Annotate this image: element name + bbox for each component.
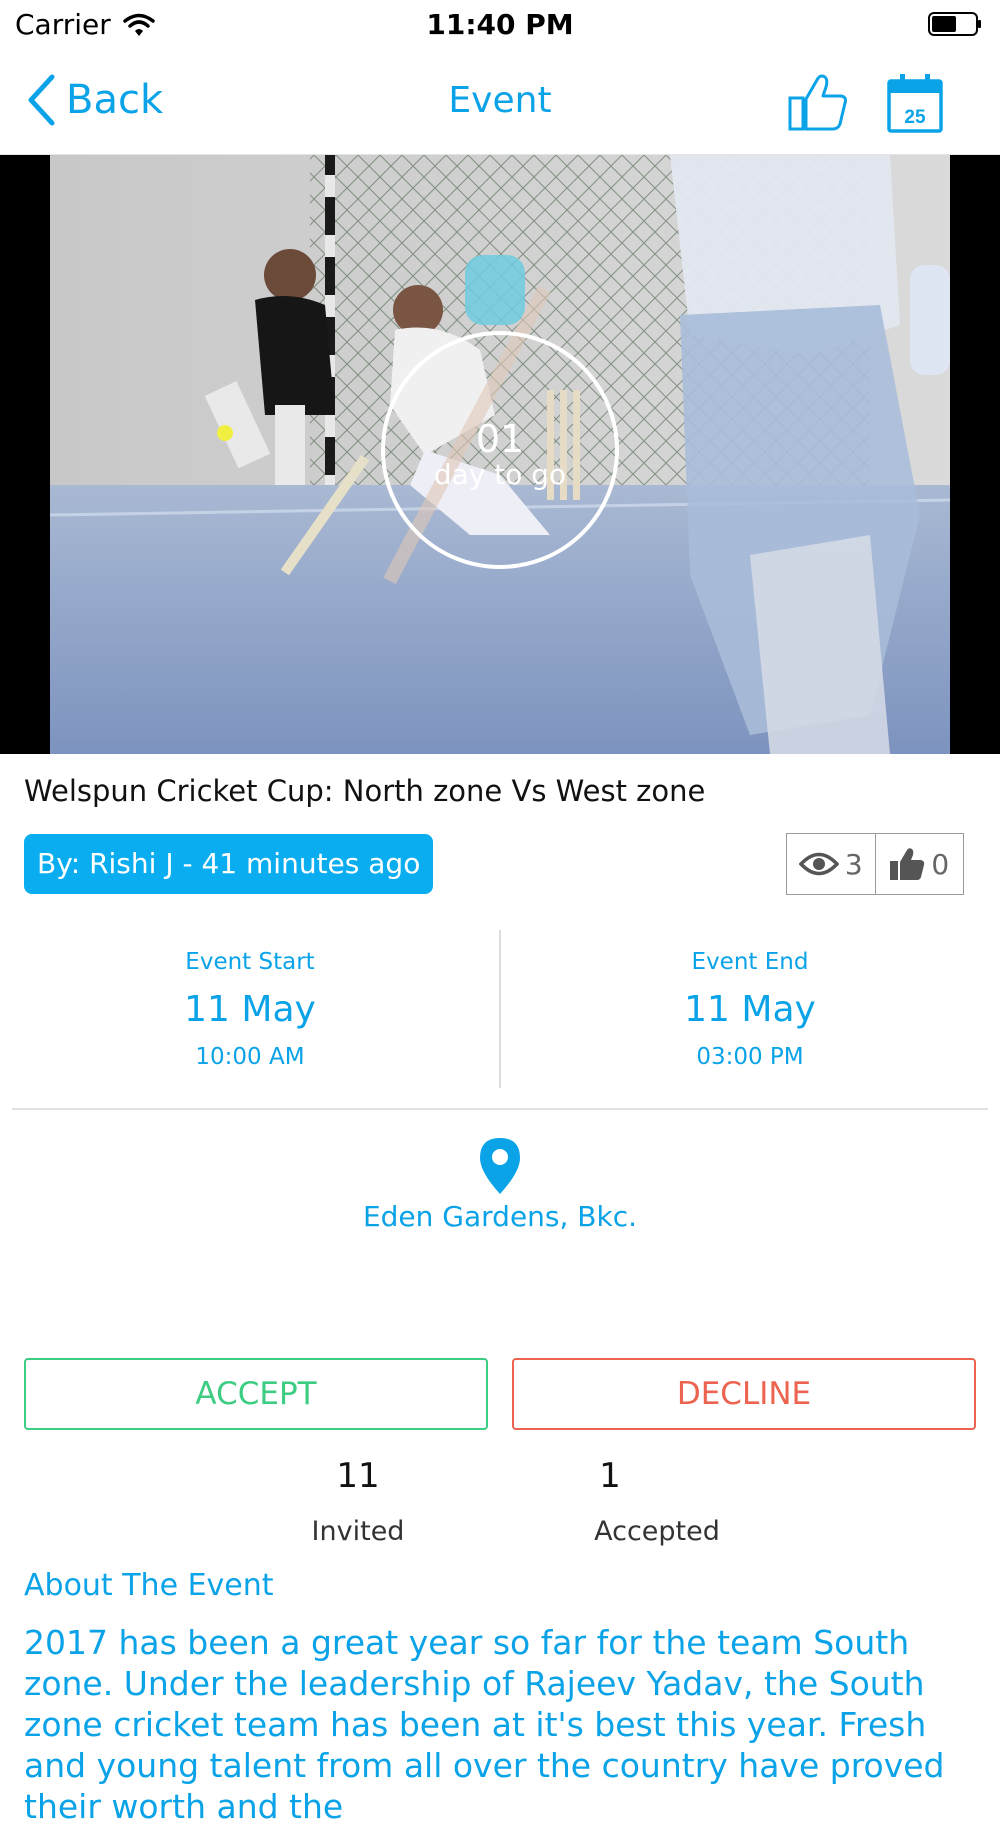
event-end: Event End 11 May 03:00 PM	[500, 930, 1000, 1070]
accept-button[interactable]: ACCEPT	[24, 1358, 488, 1430]
event-end-time: 03:00 PM	[696, 1044, 804, 1070]
calendar-day: 25	[904, 107, 926, 128]
status-bar: Carrier 11:40 PM	[0, 0, 1000, 50]
event-location[interactable]: Eden Gardens, Bkc.	[0, 1200, 1000, 1233]
author-badge: By: Rishi J - 41 minutes ago	[24, 834, 434, 894]
event-end-label: Event End	[691, 949, 809, 975]
countdown-badge: 01 day to go	[381, 331, 619, 569]
about-heading: About The Event	[24, 1568, 274, 1603]
likes-stat[interactable]: 0	[874, 834, 964, 894]
likes-count: 0	[931, 847, 950, 881]
event-start-time: 10:00 AM	[195, 1044, 305, 1070]
nav-bar: Back Event 25	[0, 50, 1000, 155]
about-body: 2017 has been a great year so far for th…	[24, 1623, 945, 1826]
thumbs-up-icon	[890, 848, 925, 880]
calendar-icon: 25	[887, 74, 943, 133]
views-stat: 3	[787, 834, 875, 894]
event-start-label: Event Start	[185, 949, 315, 975]
event-hero: 01 day to go	[0, 155, 1000, 754]
event-end-day: 11 May	[684, 989, 816, 1030]
status-time: 11:40 PM	[426, 8, 574, 41]
section-divider	[12, 1108, 988, 1110]
event-dates: Event Start 11 May 10:00 AM Event End 11…	[0, 930, 1000, 1090]
invited-count: 11	[336, 1456, 380, 1496]
event-title: Welspun Cricket Cup: North zone Vs West …	[24, 774, 706, 808]
countdown-number: 01	[475, 417, 525, 461]
calendar-button[interactable]: 25	[887, 72, 943, 134]
event-stats: 3 0	[786, 833, 964, 895]
views-count: 3	[844, 847, 863, 881]
eye-icon	[798, 852, 839, 876]
event-start-day: 11 May	[184, 989, 316, 1030]
countdown-label: day to go	[433, 458, 567, 491]
page-title: Event	[448, 80, 552, 121]
battery-icon	[928, 12, 981, 36]
decline-button[interactable]: DECLINE	[512, 1358, 976, 1430]
accepted-count: 1	[599, 1456, 621, 1496]
event-start: Event Start 11 May 10:00 AM	[0, 930, 500, 1070]
accepted-label: Accepted	[594, 1516, 720, 1547]
location-pin-icon[interactable]	[478, 1136, 522, 1196]
thumbs-up-icon[interactable]	[787, 72, 849, 134]
invited-label: Invited	[311, 1516, 405, 1547]
